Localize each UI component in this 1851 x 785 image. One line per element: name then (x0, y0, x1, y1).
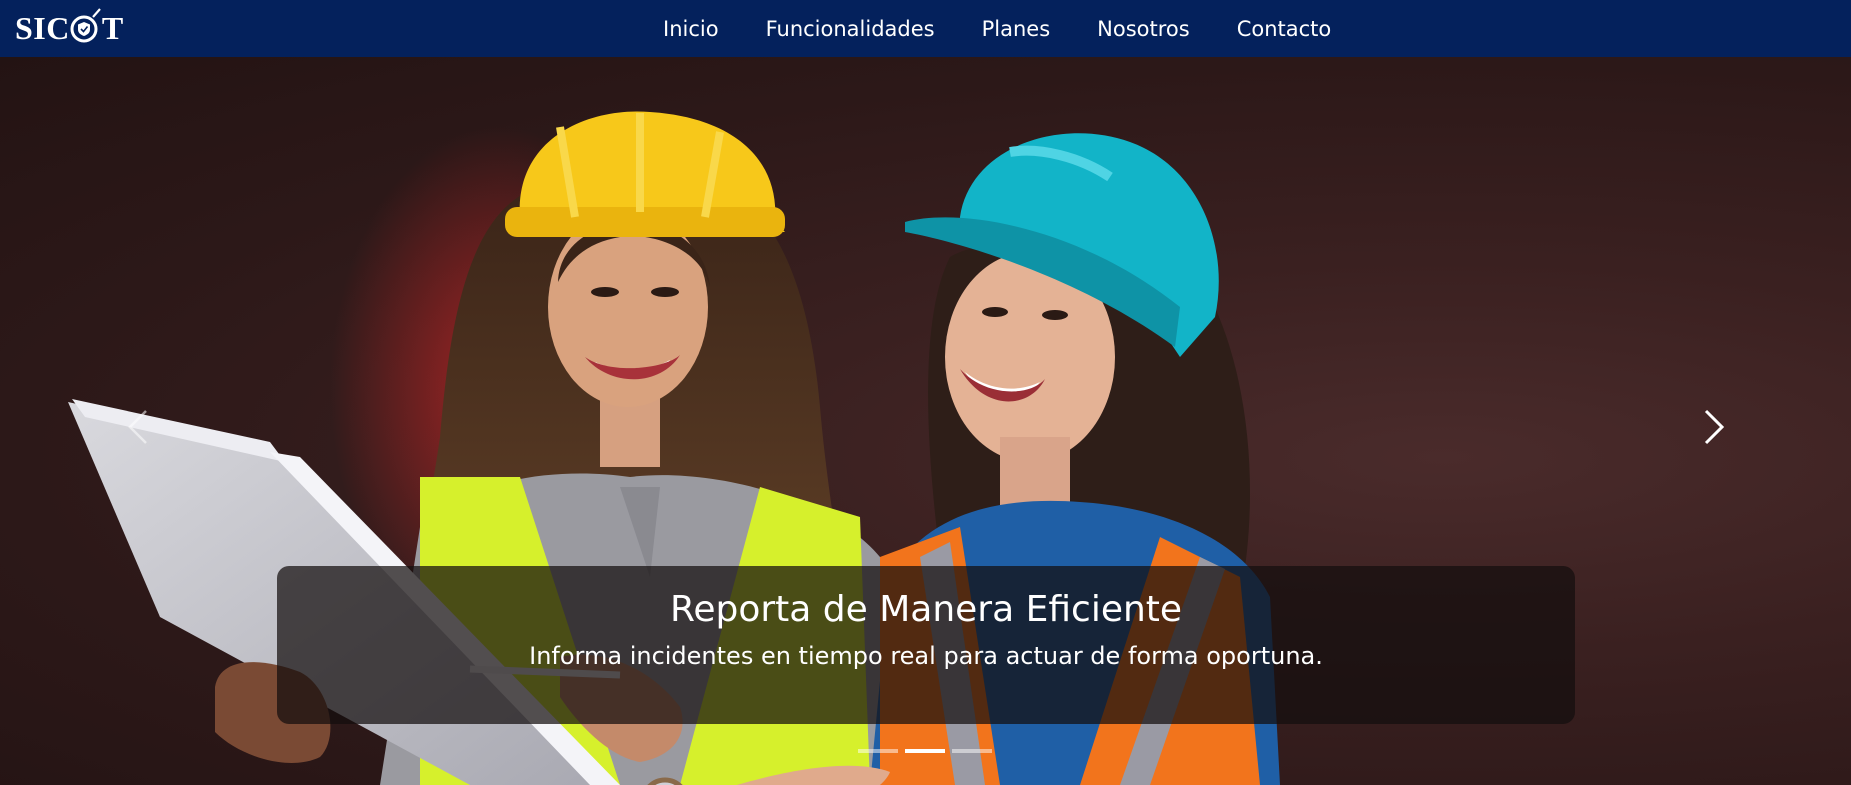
caption-subtitle: Informa incidentes en tiempo real para a… (529, 642, 1323, 670)
carousel-next-button[interactable] (1694, 397, 1734, 457)
nav-link-inicio[interactable]: Inicio (663, 17, 719, 41)
carousel-indicator-1[interactable] (858, 749, 898, 753)
chevron-left-icon (128, 410, 147, 444)
carousel-indicator-3[interactable] (952, 749, 992, 753)
sicot-logo[interactable]: SIC T (15, 8, 124, 48)
chevron-right-icon (1704, 409, 1725, 445)
nav-link-funcionalidades[interactable]: Funcionalidades (766, 17, 935, 41)
top-navbar: SIC T Inicio Funcionalidades Planes Noso… (0, 0, 1851, 57)
logo-text-left: SIC (15, 9, 70, 46)
carousel-caption: Reporta de Manera Eficiente Informa inci… (277, 566, 1575, 724)
shield-check-icon (70, 8, 101, 43)
caption-title: Reporta de Manera Eficiente (669, 589, 1183, 630)
nav-link-contacto[interactable]: Contacto (1237, 17, 1332, 41)
nav-link-planes[interactable]: Planes (982, 17, 1051, 41)
carousel-indicators (858, 749, 992, 753)
nav-links: Inicio Funcionalidades Planes Nosotros C… (663, 0, 1378, 57)
carousel-indicator-2[interactable] (905, 749, 945, 753)
logo-text-right: T (101, 9, 124, 46)
nav-link-nosotros[interactable]: Nosotros (1097, 17, 1190, 41)
carousel-prev-button[interactable] (118, 397, 158, 457)
hero-carousel: Reporta de Manera Eficiente Informa inci… (0, 57, 1851, 785)
